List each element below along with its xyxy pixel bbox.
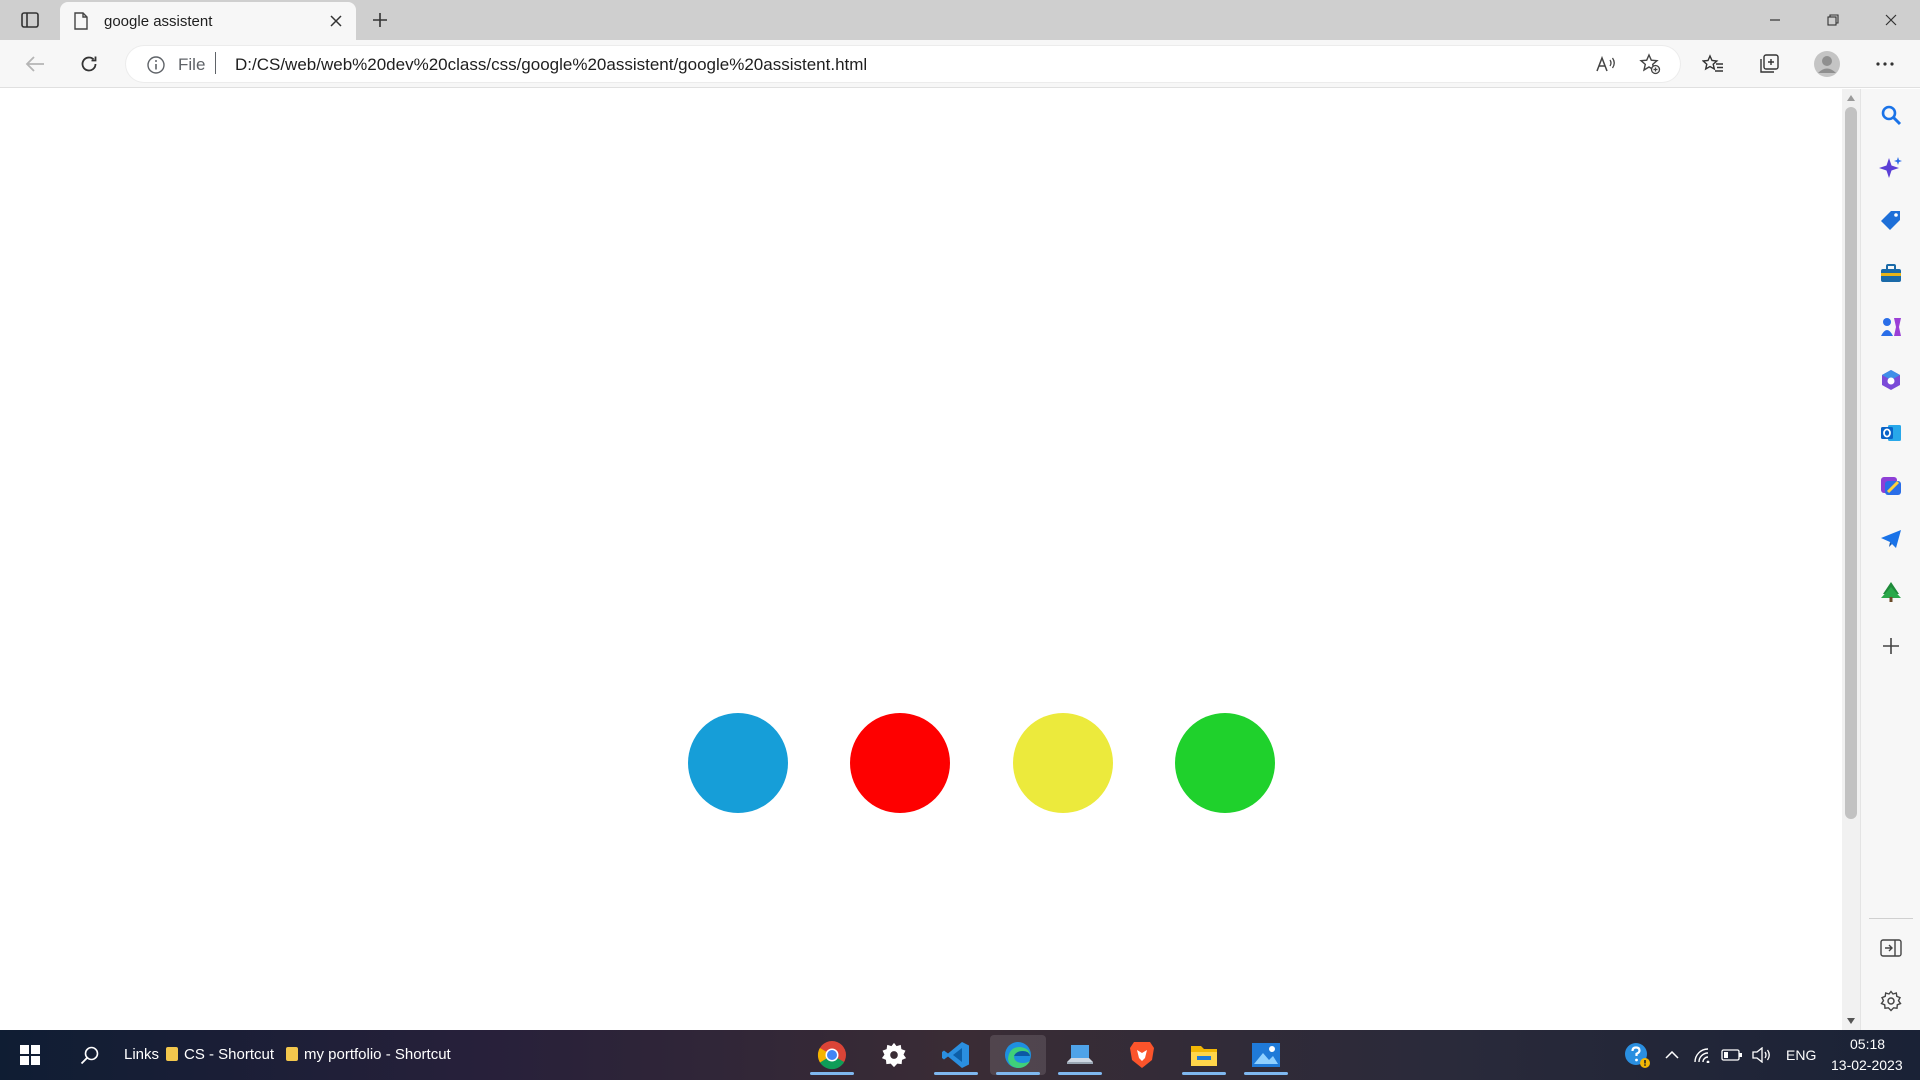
edge-icon[interactable]: [990, 1035, 1046, 1075]
favorites-icon[interactable]: [1696, 48, 1730, 80]
back-button[interactable]: [18, 48, 52, 80]
vscode-icon[interactable]: [928, 1035, 984, 1075]
address-separator: [215, 52, 216, 74]
outlook-icon[interactable]: [1875, 417, 1907, 449]
settings-app-icon[interactable]: [866, 1035, 922, 1075]
minimize-button[interactable]: [1746, 0, 1804, 40]
sidebar-divider: [1869, 918, 1913, 919]
shopping-icon[interactable]: [1875, 205, 1907, 237]
brave-icon[interactable]: [1114, 1035, 1170, 1075]
help-icon[interactable]: [1620, 1035, 1654, 1075]
designer-icon[interactable]: [1875, 470, 1907, 502]
read-aloud-icon[interactable]: [1590, 48, 1622, 80]
wifi-icon[interactable]: [1690, 1035, 1716, 1075]
browser-toolbar: File D:/CS/web/web%20dev%20class/css/goo…: [0, 40, 1920, 88]
active-tab[interactable]: google assistent: [60, 2, 356, 40]
add-icon[interactable]: [1875, 630, 1907, 662]
scroll-up-icon[interactable]: [1846, 93, 1856, 103]
scroll-thumb[interactable]: [1845, 107, 1857, 819]
office-icon[interactable]: [1875, 364, 1907, 396]
show-hidden-icons-icon[interactable]: [1660, 1035, 1684, 1075]
edge-sidebar: [1860, 89, 1920, 1030]
laptop-app-icon[interactable]: [1052, 1035, 1108, 1075]
page-icon: [74, 12, 88, 35]
telegram-icon[interactable]: [1875, 523, 1907, 555]
tab-title: google assistent: [104, 13, 213, 30]
close-window-button[interactable]: [1862, 0, 1920, 40]
volume-icon[interactable]: [1748, 1035, 1776, 1075]
address-bar[interactable]: File D:/CS/web/web%20dev%20class/css/goo…: [126, 46, 1680, 82]
games-icon[interactable]: [1875, 311, 1907, 343]
red-dot: [850, 713, 950, 813]
copilot-icon[interactable]: [1875, 152, 1907, 184]
portfolio-shortcut-label: my portfolio - Shortcut: [304, 1046, 451, 1063]
vertical-scrollbar[interactable]: [1842, 89, 1860, 1030]
tree-icon[interactable]: [1875, 576, 1907, 608]
refresh-button[interactable]: [72, 48, 106, 80]
running-indicator: [1244, 1072, 1288, 1075]
tools-icon[interactable]: [1875, 258, 1907, 290]
blue-dot: [688, 713, 788, 813]
folder-icon: [166, 1047, 178, 1061]
chrome-icon[interactable]: [804, 1035, 860, 1075]
running-indicator: [934, 1072, 978, 1075]
info-icon[interactable]: [146, 55, 166, 80]
address-scheme: File: [178, 55, 206, 74]
restore-button[interactable]: [1804, 0, 1862, 40]
clock-date[interactable]: 13-02-2023: [1831, 1057, 1903, 1073]
collections-icon[interactable]: [1752, 48, 1786, 80]
portfolio-shortcut-link[interactable]: my portfolio - Shortcut: [286, 1046, 451, 1063]
start-icon[interactable]: [10, 1035, 50, 1075]
search-icon[interactable]: [1875, 99, 1907, 131]
hide-sidebar-icon[interactable]: [1875, 932, 1907, 964]
scroll-down-icon[interactable]: [1846, 1016, 1856, 1026]
profile-avatar[interactable]: [1810, 48, 1844, 80]
windows-taskbar: Links CS - Shortcut my portfolio - Short…: [0, 1030, 1920, 1080]
cs-shortcut-label: CS - Shortcut: [184, 1046, 275, 1063]
cs-shortcut-link[interactable]: CS - Shortcut: [166, 1046, 274, 1063]
battery-icon[interactable]: [1718, 1035, 1746, 1075]
yellow-dot: [1013, 713, 1113, 813]
page-viewport: [0, 89, 1842, 1030]
green-dot: [1175, 713, 1275, 813]
tab-strip: google assistent: [0, 0, 1920, 40]
links-toolbar-label[interactable]: Links: [124, 1046, 159, 1063]
folder-icon: [286, 1047, 298, 1061]
new-tab-button[interactable]: [364, 6, 396, 34]
running-indicator: [996, 1072, 1040, 1075]
running-indicator: [1058, 1072, 1102, 1075]
photos-icon[interactable]: [1238, 1035, 1294, 1075]
taskbar-search-icon[interactable]: [70, 1035, 110, 1075]
running-indicator: [1182, 1072, 1226, 1075]
clock-time[interactable]: 05:18: [1850, 1036, 1885, 1052]
add-favorite-icon[interactable]: [1634, 48, 1666, 80]
running-indicator: [810, 1072, 854, 1075]
tab-actions-icon[interactable]: [12, 6, 48, 34]
file-explorer-icon[interactable]: [1176, 1035, 1232, 1075]
settings-icon[interactable]: [1875, 985, 1907, 1017]
close-tab-icon[interactable]: [326, 11, 346, 31]
language-indicator[interactable]: ENG: [1786, 1047, 1816, 1063]
address-url[interactable]: D:/CS/web/web%20dev%20class/css/google%2…: [235, 55, 867, 75]
more-menu-icon[interactable]: [1868, 48, 1902, 80]
